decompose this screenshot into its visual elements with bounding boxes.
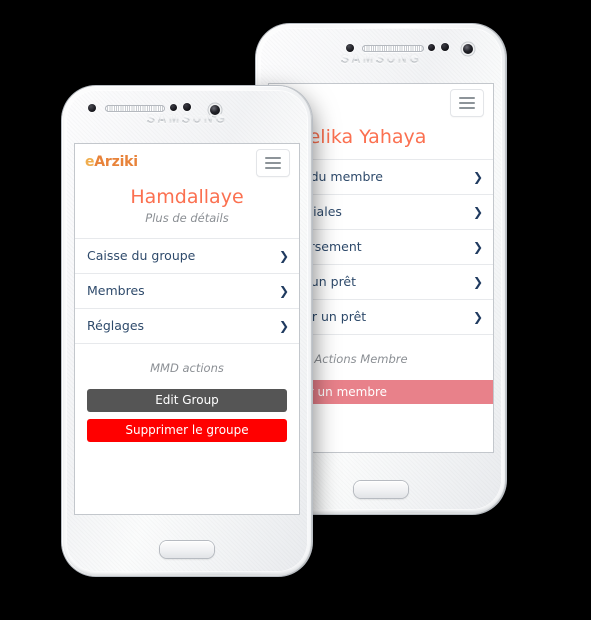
app-logo-prefix: e: [85, 154, 95, 170]
list-item[interactable]: Caisse du groupe ❯: [75, 239, 299, 274]
group-action-list: Caisse du groupe ❯ Membres ❯ Réglages ❯: [75, 238, 299, 344]
earpiece-speaker-icon: [105, 105, 165, 112]
front-navbar: eArziki: [75, 144, 299, 184]
proximity-sensor-icon: [170, 104, 177, 111]
list-item-label: Membres: [87, 283, 145, 298]
home-button[interactable]: [354, 481, 408, 498]
page-title: Hamdallaye: [130, 186, 244, 208]
hamburger-bar: [459, 97, 475, 99]
list-item[interactable]: Membres ❯: [75, 274, 299, 309]
chevron-right-icon: ❯: [278, 319, 289, 333]
front-phone-device: SAMSUNG eArziki Hamdallaye Plus de détai…: [62, 86, 312, 576]
hamburger-bar: [459, 107, 475, 109]
chevron-right-icon: ❯: [472, 275, 483, 289]
chevron-right-icon: ❯: [472, 205, 483, 219]
chevron-right-icon: ❯: [472, 240, 483, 254]
app-logo-suffix: Arziki: [94, 154, 138, 170]
hamburger-bar: [265, 157, 281, 159]
list-item[interactable]: Réglages ❯: [75, 309, 299, 344]
hamburger-menu-icon[interactable]: [256, 149, 290, 177]
delete-group-button[interactable]: Supprimer le groupe: [87, 419, 287, 442]
light-sensor-icon: [183, 103, 191, 111]
section-label: MMD actions: [150, 361, 224, 375]
list-item-label: Caisse du groupe: [87, 248, 196, 263]
page-subtitle: Plus de détails: [145, 211, 229, 225]
hamburger-bar: [265, 167, 281, 169]
chevron-right-icon: ❯: [278, 284, 289, 298]
home-button[interactable]: [160, 541, 214, 558]
chevron-right-icon: ❯: [472, 170, 483, 184]
hamburger-menu-icon[interactable]: [450, 89, 484, 117]
front-phone-app: eArziki Hamdallaye Plus de détails Caiss…: [75, 144, 299, 449]
earpiece-speaker-icon: [362, 45, 424, 52]
proximity-sensor-icon: [428, 44, 435, 51]
camera-icon: [88, 104, 96, 112]
app-logo[interactable]: eArziki: [85, 154, 138, 170]
edit-group-button[interactable]: Edit Group: [87, 389, 287, 412]
device-brand-label: SAMSUNG: [256, 52, 506, 66]
camera-icon: [346, 44, 354, 52]
light-sensor-icon: [441, 43, 449, 51]
chevron-right-icon: ❯: [472, 310, 483, 324]
device-brand-label: SAMSUNG: [62, 112, 312, 126]
hamburger-bar: [459, 102, 475, 104]
chevron-right-icon: ❯: [278, 249, 289, 263]
hamburger-bar: [265, 162, 281, 164]
list-item-label: Réglages: [87, 318, 145, 333]
front-phone-screen: eArziki Hamdallaye Plus de détails Caiss…: [75, 144, 299, 514]
